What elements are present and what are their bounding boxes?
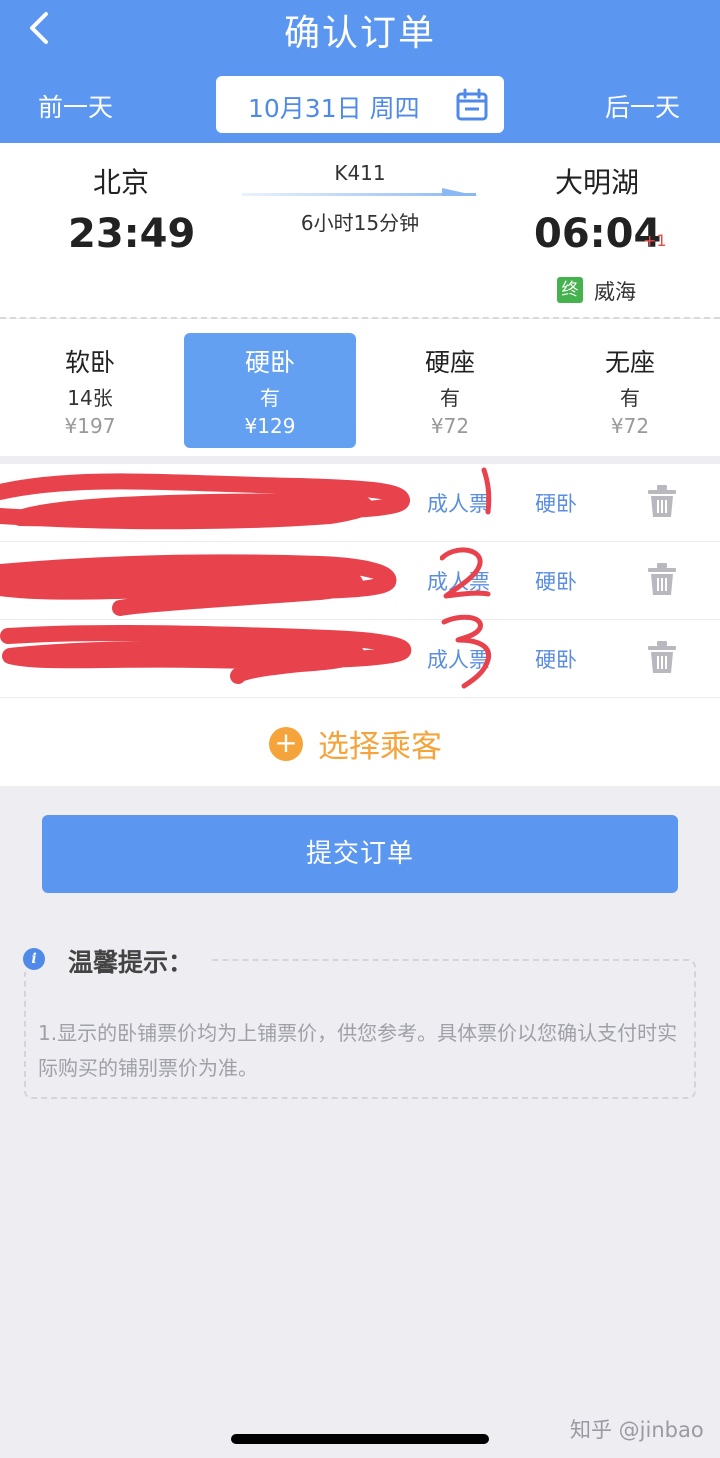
seat-option-soft-sleeper[interactable]: 软卧 14张 ¥197: [4, 333, 176, 448]
tips-title: 温馨提示：: [68, 948, 194, 977]
seat-name: 软卧: [64, 348, 115, 377]
passenger-list: 成人票 硬卧 成人票 硬卧 成人票 硬卧 + 选择乘客: [0, 464, 720, 786]
page-title: 确认订单: [283, 13, 436, 54]
seat-option-hard-seat[interactable]: 硬座 有 ¥72: [364, 333, 536, 448]
tips-text: 1.显示的卧铺票价均为上铺票价，供您参考。具体票价以您确认支付时实际购买的铺别票…: [38, 1021, 678, 1080]
trash-icon[interactable]: [648, 640, 676, 674]
seat-option-no-seat[interactable]: 无座 有 ¥72: [544, 333, 716, 448]
redaction-scribble: [0, 554, 397, 616]
passenger-row[interactable]: 成人票 硬卧: [0, 620, 720, 698]
seat-name: 硬卧: [244, 348, 295, 377]
passenger-seat-type[interactable]: 硬卧: [535, 488, 577, 518]
add-passenger-label: 选择乘客: [318, 729, 442, 765]
handwritten-annotations: [440, 467, 492, 689]
next-day-button[interactable]: 后一天: [605, 88, 680, 124]
terminal-badge: 终: [557, 277, 583, 303]
passenger-row[interactable]: 成人票 硬卧: [0, 464, 720, 542]
calendar-icon: [456, 88, 488, 121]
seat-name: 无座: [604, 348, 655, 377]
date-label: 10月31日 周四: [248, 94, 420, 123]
train-info-card: 北京 23:49 K411 6小时15分钟 大明湖 06:04 +1 终 威海: [0, 143, 720, 318]
redaction-scribble: [0, 624, 412, 684]
seat-price: ¥72: [610, 414, 650, 438]
info-icon: i: [23, 948, 45, 970]
seat-availability: 有: [260, 386, 280, 410]
passenger-seat-type[interactable]: 硬卧: [535, 644, 577, 674]
trash-icon[interactable]: [648, 484, 676, 518]
submit-order-button[interactable]: 提交订单: [42, 815, 678, 893]
plus-circle-icon: +: [269, 727, 303, 761]
passenger-row[interactable]: 成人票 硬卧: [0, 542, 720, 620]
seat-name: 硬座: [424, 348, 475, 377]
header-bar: 确认订单 前一天 10月31日 周四 后一天: [0, 0, 720, 143]
seat-availability: 14张: [67, 386, 113, 410]
terminal-station: 威海: [594, 280, 636, 304]
seat-price: ¥129: [244, 414, 296, 438]
add-passenger-button[interactable]: + 选择乘客: [0, 699, 720, 786]
passenger-seat-type[interactable]: 硬卧: [535, 566, 577, 596]
seat-price: ¥72: [430, 414, 470, 438]
seat-option-hard-sleeper[interactable]: 硬卧 有 ¥129: [184, 333, 356, 448]
prev-day-button[interactable]: 前一天: [38, 88, 113, 124]
trash-icon[interactable]: [648, 562, 676, 596]
arrival-station: 大明湖: [555, 166, 640, 199]
redaction-scribble: [0, 473, 410, 530]
home-indicator[interactable]: [231, 1434, 489, 1444]
seat-availability: 有: [620, 386, 640, 410]
seat-availability: 有: [440, 386, 460, 410]
seat-price: ¥197: [64, 414, 116, 438]
arrow-right-icon: [242, 188, 478, 196]
date-selector[interactable]: 10月31日 周四: [216, 76, 504, 133]
seat-type-selector: 软卧 14张 ¥197 硬卧 有 ¥129 硬座 有 ¥72 无座 有 ¥72: [0, 319, 720, 456]
section-gap: [0, 456, 720, 464]
watermark: 知乎 @jinbao: [570, 1418, 704, 1442]
day-offset-badge: +1: [643, 231, 667, 250]
